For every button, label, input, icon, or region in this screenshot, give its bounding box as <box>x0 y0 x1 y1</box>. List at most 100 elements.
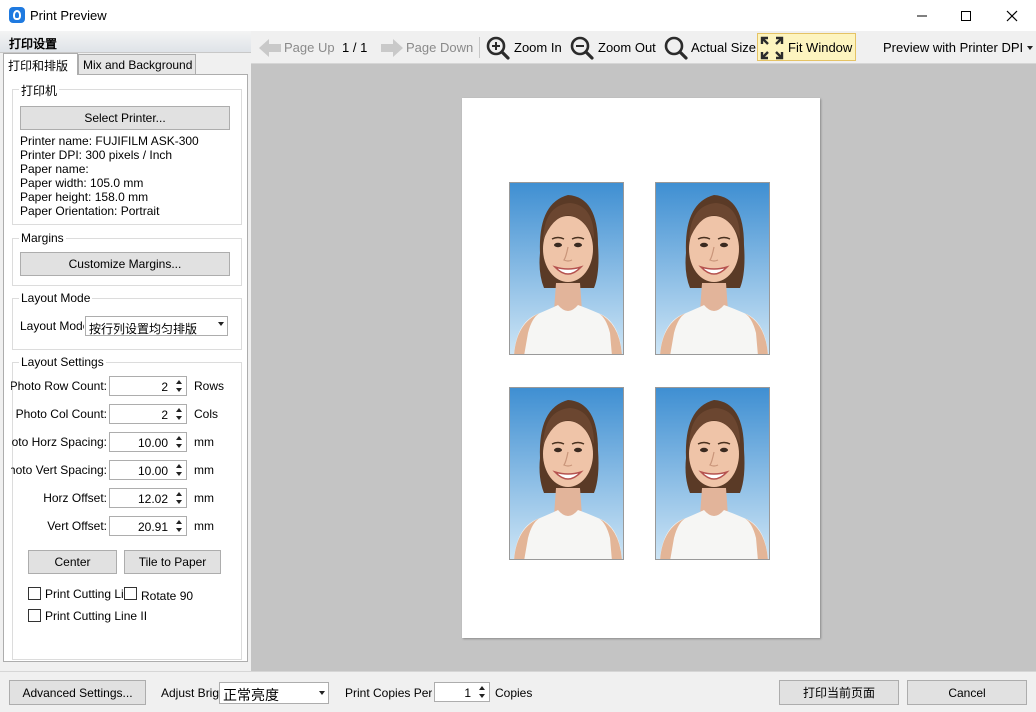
copies-spinner[interactable]: 1 <box>434 682 490 702</box>
layout-mode-label: Layout Mode <box>20 319 84 333</box>
paper-name-info: Paper name: <box>20 162 89 176</box>
horz-spacing-spinner[interactable]: 10.00 <box>109 432 187 452</box>
horz-spacing-unit: mm <box>194 435 214 449</box>
maximize-button[interactable] <box>943 0 989 31</box>
photo-4 <box>655 387 770 560</box>
tab-label: 打印和排版 <box>8 59 69 73</box>
row-count-unit: Rows <box>194 379 225 393</box>
portrait-image <box>656 183 769 354</box>
tab-mix-background[interactable]: Mix and Background <box>78 54 196 75</box>
customize-margins-button[interactable]: Customize Margins... <box>20 252 230 276</box>
zoom-in-button[interactable]: Zoom In <box>485 31 562 64</box>
fit-window-icon <box>760 36 784 59</box>
brightness-label: Adjust Brightness <box>161 686 219 700</box>
close-button[interactable] <box>989 0 1035 31</box>
chevron-down-icon <box>1027 45 1034 50</box>
zoom-in-icon <box>486 36 510 60</box>
actual-size-button[interactable]: Actual Size <box>663 31 756 64</box>
rotate-90-checkbox[interactable] <box>124 587 137 600</box>
paper-page <box>462 98 820 638</box>
vert-offset-unit: mm <box>194 519 214 533</box>
col-count-label: Photo Col Count: <box>15 407 107 421</box>
horz-offset-unit: mm <box>194 491 214 505</box>
paper-orientation-info: Paper Orientation: Portrait <box>20 204 160 218</box>
vert-offset-spinner[interactable]: 20.91 <box>109 516 187 536</box>
page-indicator: 1 / 1 <box>342 40 368 55</box>
photo-2 <box>655 182 770 355</box>
print-settings-panel: 打印设置 打印和排版 Mix and Background 打印机 Select… <box>0 31 251 671</box>
close-icon <box>1006 10 1018 21</box>
zoom-in-label: Zoom In <box>514 40 562 55</box>
printer-dpi-info: Printer DPI: 300 pixels / Inch <box>20 148 173 162</box>
printer-group: 打印机 Select Printer... Printer name: FUJI… <box>12 82 242 225</box>
bottom-bar: Advanced Settings... Adjust Brightness 正… <box>0 671 1036 712</box>
photo-1 <box>509 182 624 355</box>
cancel-button[interactable]: Cancel <box>907 680 1027 705</box>
portrait-image <box>656 388 769 559</box>
window-title: Print Preview <box>30 8 107 23</box>
tab-label: Mix and Background <box>83 58 193 72</box>
brightness-value: 正常亮度 <box>223 687 279 703</box>
cutting-line-label: Print Cutting Line <box>45 587 125 601</box>
page-down-label: Page Down <box>406 40 474 55</box>
copies-label: Print Copies Per <box>345 686 432 700</box>
col-count-spinner[interactable]: 2 <box>109 404 187 424</box>
horz-offset-spinner[interactable]: 12.02 <box>109 488 187 508</box>
zoom-out-icon <box>570 36 594 60</box>
center-button[interactable]: Center <box>28 550 117 574</box>
advanced-settings-button[interactable]: Advanced Settings... <box>9 680 146 705</box>
select-printer-button[interactable]: Select Printer... <box>20 106 230 130</box>
zoom-out-button[interactable]: Zoom Out <box>569 31 656 64</box>
preview-mode-dropdown[interactable]: Preview with Printer DPI <box>883 31 1034 64</box>
actual-size-label: Actual Size <box>691 40 757 55</box>
rotate-90-label: Rotate 90 <box>141 589 194 603</box>
panel-title: 打印设置 <box>9 37 58 51</box>
vert-offset-label: Vert Offset: <box>47 519 107 533</box>
paper-height-info: Paper height: 158.0 mm <box>20 190 149 204</box>
maximize-icon <box>961 10 971 21</box>
print-current-page-button[interactable]: 打印当前页面 <box>779 680 899 705</box>
page-down-button[interactable]: Page Down <box>379 31 473 64</box>
printer-name-info: Printer name: FUJIFILM ASK-300 <box>20 134 199 148</box>
horz-spacing-label: Photo Horz Spacing: <box>11 435 107 449</box>
photo-3 <box>509 387 624 560</box>
layout-mode-value: 按行列设置均匀排版 <box>89 322 198 336</box>
layout-mode-dropdown[interactable]: 按行列设置均匀排版 <box>85 316 228 336</box>
arrow-right-icon <box>381 38 403 57</box>
preview-toolbar: Page Up 1 / 1 Page Down Zoom In Zoom Out… <box>251 31 1036 64</box>
vert-spacing-unit: mm <box>194 463 214 477</box>
row-count-label: Photo Row Count: <box>11 379 107 393</box>
tile-to-paper-button[interactable]: Tile to Paper <box>124 550 221 574</box>
vert-spacing-spinner[interactable]: 10.00 <box>109 460 187 480</box>
fit-window-label: Fit Window <box>788 40 853 55</box>
brightness-dropdown[interactable]: 正常亮度 <box>219 682 329 704</box>
minimize-button[interactable] <box>899 0 945 31</box>
chevron-down-icon <box>319 691 325 695</box>
tab-print-layout[interactable]: 打印和排版 <box>3 53 78 75</box>
chevron-down-icon <box>218 322 224 326</box>
copies-value: 1 <box>464 686 471 700</box>
vert-spacing-label: Photo Vert Spacing: <box>11 463 107 477</box>
panel-header: 打印设置 <box>0 31 251 53</box>
cutting-line-2-label: Print Cutting Line II <box>45 609 148 623</box>
group-title: Layout Settings <box>19 355 106 369</box>
minimize-icon <box>917 15 927 16</box>
zoom-out-label: Zoom Out <box>598 40 656 55</box>
page-up-button[interactable]: Page Up <box>257 31 335 64</box>
paper-width-info: Paper width: 105.0 mm <box>20 176 144 190</box>
fit-window-button[interactable]: Fit Window <box>759 31 852 64</box>
col-count-unit: Cols <box>194 407 219 421</box>
layout-settings-group: Layout Settings Photo Row Count: 2 Rows … <box>11 355 242 660</box>
tab-page: 打印机 Select Printer... Printer name: FUJI… <box>3 74 248 662</box>
arrow-left-icon <box>259 38 281 57</box>
portrait-image <box>510 388 623 559</box>
portrait-image <box>510 183 623 354</box>
row-count-spinner[interactable]: 2 <box>109 376 187 396</box>
toolbar-separator <box>479 37 480 58</box>
preview-mode-label: Preview with Printer DPI <box>883 40 1024 55</box>
cutting-line-checkbox[interactable] <box>28 587 41 600</box>
cutting-line-2-checkbox[interactable] <box>28 609 41 622</box>
layout-mode-group: Layout Mode Layout Mode 按行列设置均匀排版 <box>12 291 242 350</box>
page-up-label: Page Up <box>284 40 335 55</box>
group-title: 打印机 <box>19 82 60 99</box>
